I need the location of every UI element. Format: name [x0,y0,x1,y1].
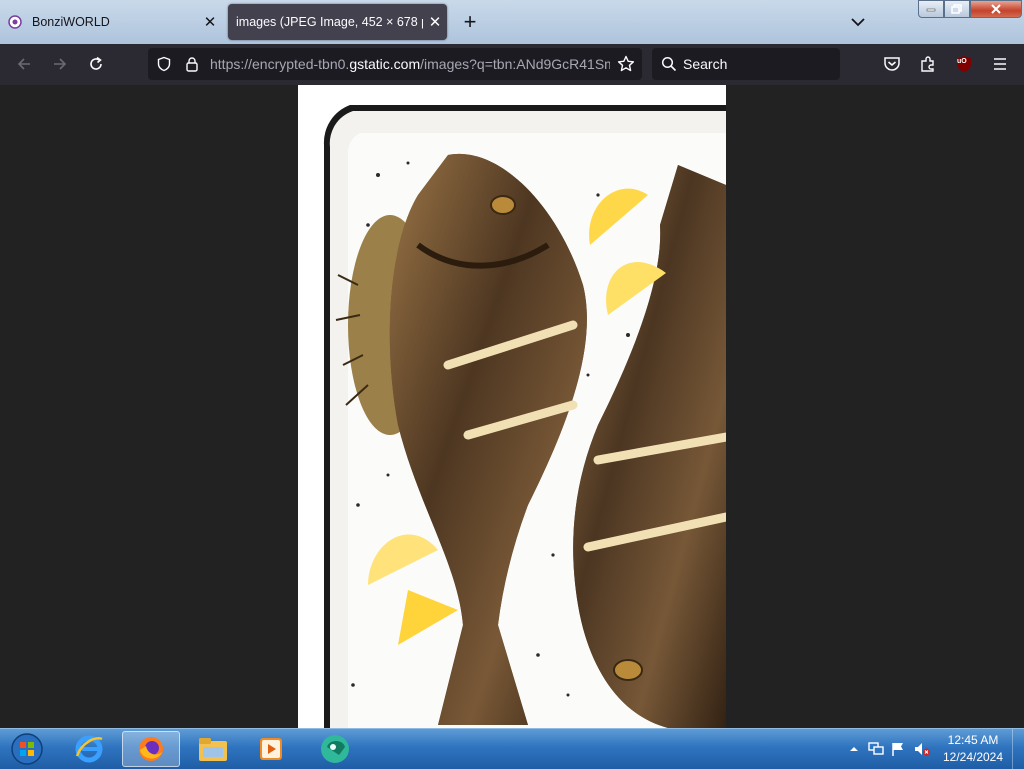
start-orb-icon[interactable] [2,731,52,767]
restore-button[interactable] [944,0,970,18]
lock-icon[interactable] [180,52,204,76]
clock-time: 12:45 AM [947,733,999,747]
ublock-badge: uO [957,58,967,65]
navigation-toolbar: https://encrypted-tbn0.gstatic.com/image… [0,44,1024,85]
image-viewer [0,85,1024,728]
show-desktop-button[interactable] [1012,729,1024,769]
window-controls [918,0,1022,18]
url-prefix: https://encrypted-tbn0. [210,56,350,72]
firefox-icon[interactable] [122,731,180,767]
tab-bonziworld[interactable]: BonziWORLD ✕ [0,4,222,40]
network-icon[interactable] [864,737,888,761]
tab-jpeg-image[interactable]: images (JPEG Image, 452 × 678 pixels) ✕ [228,4,447,40]
tab-title: images (JPEG Image, 452 × 678 pixels) [236,15,423,29]
bonziworld-favicon-icon [8,15,22,29]
forward-icon[interactable] [48,52,72,76]
windows-taskbar: 12:45 AM 12/24/2024 [0,728,1024,769]
ublock-icon[interactable]: uO [952,52,976,76]
url-host: gstatic.com [349,56,421,72]
back-icon[interactable] [12,52,36,76]
menu-icon[interactable] [988,52,1012,76]
url-bar[interactable]: https://encrypted-tbn0.gstatic.com/image… [148,48,642,80]
url-suffix: /images?q=tbn:ANd9GcR41Sm [420,56,610,72]
bonzi-app-icon[interactable] [312,731,358,767]
shield-icon[interactable] [152,52,176,76]
close-tab-icon[interactable]: ✕ [198,13,222,31]
clock[interactable]: 12:45 AM 12/24/2024 [938,732,1008,766]
bookmark-star-icon[interactable] [614,52,638,76]
volume-muted-icon[interactable] [910,737,934,761]
media-player-icon[interactable] [248,731,294,767]
search-icon [657,52,681,76]
list-all-tabs-chevron-down-icon[interactable] [846,10,870,34]
grilled-fish-photo-icon [323,105,726,728]
internet-explorer-icon[interactable] [66,731,112,767]
reload-icon[interactable] [84,52,108,76]
search-placeholder: Search [683,56,728,72]
minimize-button[interactable] [918,0,944,18]
tab-title: BonziWORLD [32,15,110,29]
clock-date: 12/24/2024 [942,750,1004,764]
show-hidden-icons-chevron-up-icon[interactable] [842,737,866,761]
url-text[interactable]: https://encrypted-tbn0.gstatic.com/image… [210,48,610,80]
search-input[interactable]: Search [652,48,840,80]
extensions-icon[interactable] [916,52,940,76]
pocket-icon[interactable] [880,52,904,76]
action-center-flag-icon[interactable] [886,737,910,761]
new-tab-button[interactable]: + [458,8,482,36]
tab-strip: BonziWORLD ✕ images (JPEG Image, 452 × 6… [0,0,1024,44]
close-window-button[interactable] [970,0,1022,18]
displayed-image[interactable] [298,85,726,728]
file-explorer-icon[interactable] [190,731,236,767]
close-tab-icon[interactable]: ✕ [423,13,447,31]
